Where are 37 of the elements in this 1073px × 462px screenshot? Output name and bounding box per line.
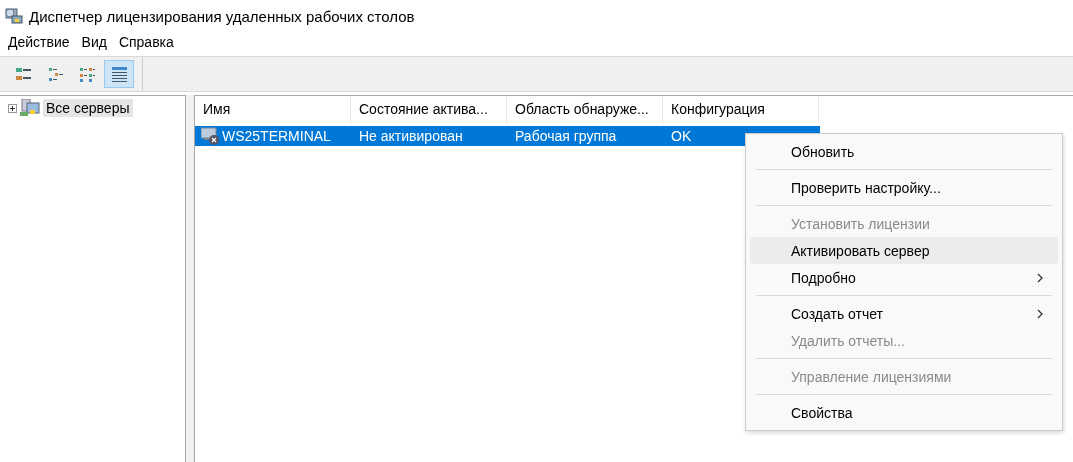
table-row[interactable]: WS25TERMINAL Не активирован Рабочая группа OK (195, 126, 820, 146)
column-header[interactable]: Состояние актива... (351, 96, 507, 123)
expand-icon[interactable] (8, 103, 17, 113)
context-menu-item[interactable]: Активировать сервер (750, 237, 1058, 264)
view-button[interactable] (104, 60, 134, 88)
large-icons-icon (14, 65, 32, 83)
small-icons-icon (46, 65, 64, 83)
menu-item-label: Свойства (791, 404, 853, 421)
menu-item-label: Установить лицензии (791, 215, 930, 232)
table-cell: WS25TERMINAL (222, 128, 331, 144)
app-icon (5, 7, 23, 25)
tree-item[interactable]: Все серверы (43, 99, 133, 117)
menu-item-label: Создать отчет (791, 305, 883, 322)
menu-item-label: Проверить настройку... (791, 179, 941, 196)
context-menu-item[interactable]: Подробно (750, 264, 1058, 291)
menu-item[interactable]: Справка (112, 32, 180, 53)
context-menu-item[interactable]: Проверить настройку... (750, 174, 1058, 201)
details-view-icon (110, 65, 128, 83)
menu-item-label: Управление лицензиями (791, 368, 952, 385)
column-header[interactable]: Область обнаруже... (507, 96, 663, 123)
table-cell-text: Не активирован (358, 128, 464, 144)
table-cell-text: Рабочая группа (514, 128, 618, 144)
menu-item[interactable]: Вид (75, 32, 113, 53)
column-header[interactable]: Конфигурация (663, 96, 819, 123)
table-cell-text: OK (670, 128, 693, 144)
list-view-icon (78, 65, 96, 83)
menu-item-label: Удалить отчеты... (791, 332, 905, 349)
menu-item-label: Подробно (791, 269, 856, 286)
column-header[interactable]: Имя (195, 96, 351, 123)
context-menu-item[interactable]: Свойства (750, 399, 1058, 426)
servers-icon (20, 99, 40, 117)
menu-item[interactable]: Действие (2, 32, 76, 53)
server-error-icon (201, 126, 220, 146)
context-menu-item[interactable]: Создать отчет (750, 300, 1058, 327)
menu-item-label: Активировать сервер (791, 242, 930, 259)
window-title: Диспетчер лицензирования удаленных рабочих столов (29, 7, 415, 25)
menu-item-label: Обновить (791, 143, 855, 160)
